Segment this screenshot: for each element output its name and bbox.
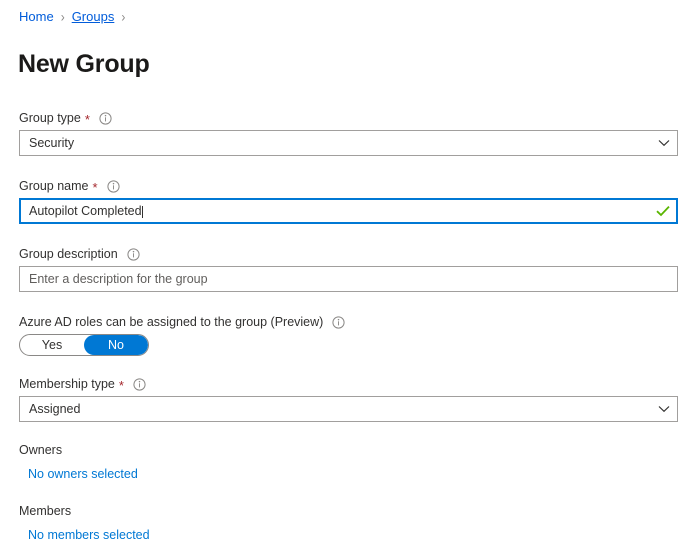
group-description-label: Group description: [19, 246, 678, 262]
chevron-down-icon[interactable]: [651, 397, 677, 421]
group-name-text: Autopilot Completed: [29, 203, 142, 218]
info-icon[interactable]: [332, 315, 345, 329]
breadcrumb-item-home[interactable]: Home: [19, 9, 54, 25]
members-label: Members: [19, 504, 72, 518]
membership-type-dropdown[interactable]: Assigned: [19, 396, 678, 422]
chevron-down-icon[interactable]: [651, 131, 677, 155]
field-group-type: Group type * Security: [19, 110, 678, 156]
field-azure-ad-roles: Azure AD roles can be assigned to the gr…: [19, 314, 678, 356]
breadcrumb-separator-icon: ›: [60, 8, 65, 26]
owners-label: Owners: [19, 443, 63, 457]
info-icon[interactable]: [106, 179, 120, 193]
group-type-label-text: Group type: [19, 111, 81, 125]
group-type-value: Security: [29, 136, 75, 150]
new-group-page: Home › Groups › New Group Group type * S…: [0, 0, 700, 542]
membership-type-value: Assigned: [29, 402, 81, 416]
group-name-label-text: Group name: [19, 179, 89, 193]
field-members: Members No members selected: [19, 503, 678, 544]
group-description-input[interactable]: Enter a description for the group: [19, 266, 678, 292]
toggle-option-yes[interactable]: Yes: [20, 335, 84, 355]
info-icon[interactable]: [133, 377, 146, 391]
new-group-form: Group type * Security Group name * Autop…: [19, 110, 678, 544]
azure-ad-roles-label-text: Azure AD roles can be assigned to the gr…: [19, 315, 324, 329]
toggle-option-no[interactable]: No: [84, 335, 148, 355]
azure-ad-roles-toggle[interactable]: Yes No: [19, 334, 149, 356]
valid-check-icon: [650, 200, 676, 222]
breadcrumb-item-groups[interactable]: Groups: [72, 9, 115, 25]
field-group-name: Group name * Autopilot Completed: [19, 178, 678, 224]
members-select-link[interactable]: No members selected: [28, 527, 150, 543]
group-type-label: Group type *: [19, 110, 678, 126]
owners-select-link[interactable]: No owners selected: [28, 466, 138, 482]
field-owners: Owners No owners selected: [19, 442, 678, 483]
info-icon[interactable]: [99, 111, 112, 125]
group-description-placeholder: Enter a description for the group: [29, 272, 208, 286]
breadcrumb-separator-icon-2: ›: [121, 8, 126, 26]
field-group-description: Group description Enter a description fo…: [19, 246, 678, 292]
azure-ad-roles-label: Azure AD roles can be assigned to the gr…: [19, 314, 678, 330]
info-icon[interactable]: [127, 247, 140, 261]
group-name-value: Autopilot Completed: [21, 204, 650, 219]
membership-type-label-text: Membership type: [19, 377, 115, 391]
breadcrumb: Home › Groups ›: [19, 9, 132, 25]
membership-type-label: Membership type *: [19, 376, 678, 392]
group-name-input[interactable]: Autopilot Completed: [19, 198, 678, 224]
required-asterisk: *: [118, 377, 124, 393]
page-title: New Group: [18, 49, 150, 78]
required-asterisk: *: [92, 179, 98, 195]
required-asterisk: *: [84, 111, 90, 127]
group-description-label-text: Group description: [19, 247, 118, 261]
group-name-label: Group name *: [19, 178, 678, 194]
text-caret: [141, 206, 143, 219]
field-membership-type: Membership type * Assigned: [19, 376, 678, 422]
group-type-dropdown[interactable]: Security: [19, 130, 678, 156]
